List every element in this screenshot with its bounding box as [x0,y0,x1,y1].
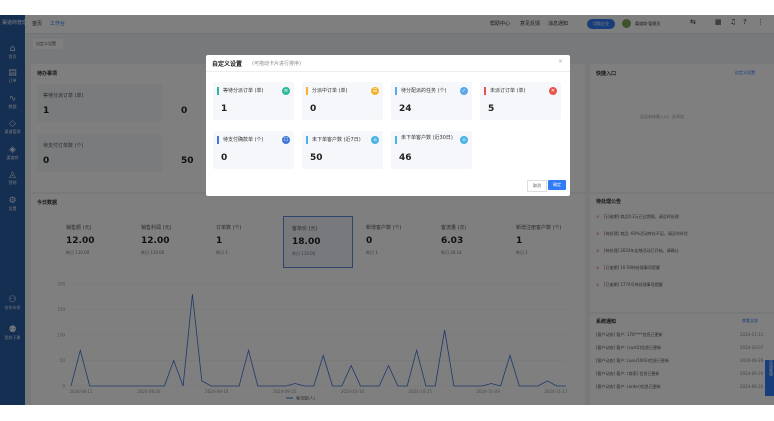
card-accent [395,87,397,95]
todo-card-value: 50 [310,153,323,163]
confirm-button[interactable]: 确定 [548,180,566,190]
todo-card-value: 46 [399,153,412,163]
bottom-margin [0,405,774,421]
card-icon: ☐ [282,136,290,144]
card-icon: ✓ [460,87,468,95]
top-margin [0,0,774,15]
todo-card-label: 分派中订单 (单) [312,88,348,94]
todo-card-label: 等待分派订单 (单) [223,88,264,94]
todo-card[interactable]: 未派订订单 (单) ✕ 5 [480,82,561,120]
todo-card-label: 未下单客户数 (近30日) [401,135,453,141]
card-icon: ≡ [282,87,290,95]
card-icon: ☰ [371,87,379,95]
card-accent [306,136,308,144]
todo-card-value: 5 [488,104,495,114]
card-accent [306,87,308,95]
todo-card-value: 24 [399,104,412,114]
todo-card[interactable]: 等待分派订单 (单) ≡ 1 [213,82,294,120]
todo-card-label: 待支付确款单 (个) [223,137,264,143]
card-icon: ⌂ [371,136,379,144]
todo-card[interactable]: 未下单客户数 (近7日) ⌂ 50 [302,131,383,169]
card-accent [217,136,219,144]
todo-card[interactable]: 分派中订单 (单) ☰ 0 [302,82,383,120]
todo-card-value: 0 [310,104,317,114]
todo-card-label: 未派订订单 (单) [490,88,526,94]
close-icon[interactable]: × [558,58,563,65]
card-accent [484,87,486,95]
app-root: 渠道商管理 ⌂首页 ▤订单 ∿数据 ◇渠道管理 ◈渠道商 ◬营销 ⚙设置 ⚇合作… [0,0,774,421]
card-accent [395,136,397,144]
todo-card[interactable]: 待分配派的任务 (个) ✓ 24 [391,82,472,120]
card-icon: ⌂ [460,136,468,144]
todo-card-value: 1 [221,104,228,114]
todo-card-label: 待分配派的任务 (个) [401,88,447,94]
modal-subtitle: (可拖动卡片进行排序) [252,61,301,67]
cancel-button[interactable]: 取消 [527,180,547,192]
todo-card[interactable]: 未下单客户数 (近30日) ⌂ 46 [391,131,472,169]
todo-card[interactable]: 待支付确款单 (个) ☐ 0 [213,131,294,169]
modal-title: 自定义设置 [212,61,243,68]
card-icon: ✕ [549,87,557,95]
todo-card-label: 未下单客户数 (近7日) [312,137,361,143]
modal-divider [206,71,570,72]
custom-settings-modal: 自定义设置 (可拖动卡片进行排序) × 等待分派订单 (单) ≡ 1 分派中订单 (单… [206,55,570,196]
todo-card-value: 0 [221,153,228,163]
card-accent [217,87,219,95]
